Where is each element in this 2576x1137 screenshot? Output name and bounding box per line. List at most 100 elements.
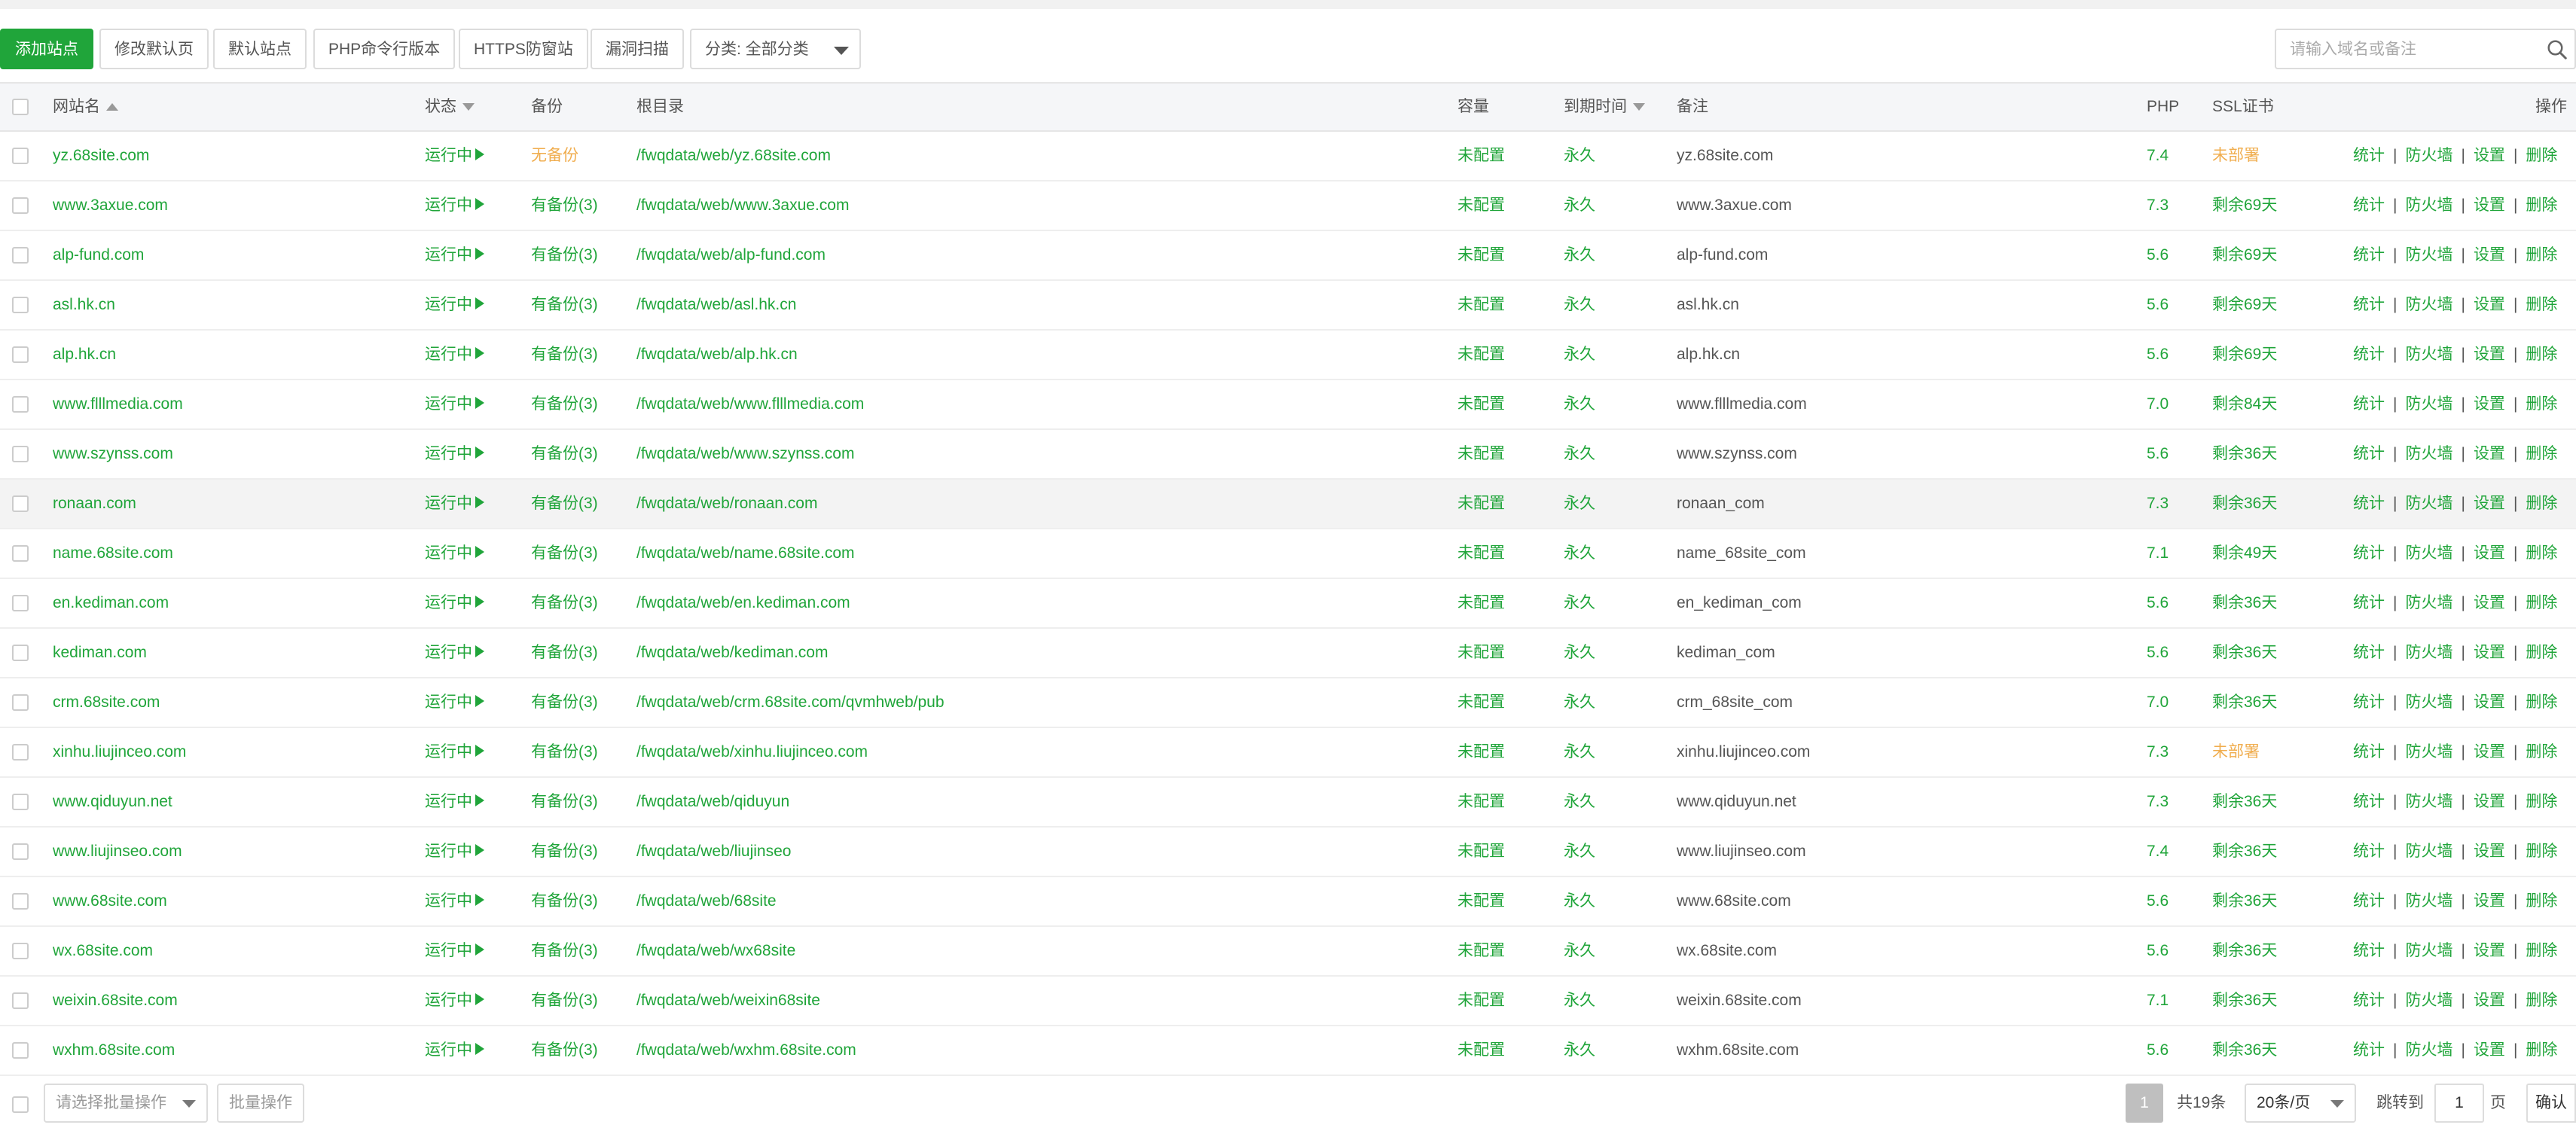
- category-select[interactable]: 分类: 全部分类: [690, 29, 861, 69]
- search-icon[interactable]: [2546, 38, 2568, 61]
- firewall-link[interactable]: 防火墙: [2405, 296, 2452, 313]
- delete-link[interactable]: 删除: [2526, 644, 2557, 661]
- root-dir-link[interactable]: /fwqdata/web/alp-fund.com: [636, 231, 826, 279]
- row-checkbox[interactable]: [12, 346, 29, 363]
- backup-link[interactable]: 有备份(3): [531, 977, 598, 1025]
- delete-link[interactable]: 删除: [2526, 693, 2557, 711]
- ssl-status-link[interactable]: 剩余36天: [2212, 579, 2277, 627]
- firewall-link[interactable]: 防火墙: [2405, 743, 2452, 761]
- stats-link[interactable]: 统计: [2353, 843, 2385, 860]
- remark-text[interactable]: asl.hk.cn: [1677, 281, 1739, 329]
- expire-link[interactable]: 永久: [1564, 1026, 1595, 1075]
- expire-link[interactable]: 永久: [1564, 281, 1595, 329]
- php-version-link[interactable]: 5.6: [2147, 231, 2169, 279]
- stats-link[interactable]: 统计: [2353, 495, 2385, 512]
- settings-link[interactable]: 设置: [2474, 1041, 2505, 1059]
- remark-text[interactable]: en_kediman_com: [1677, 579, 1802, 627]
- site-name-link[interactable]: asl.hk.cn: [53, 281, 115, 329]
- root-dir-link[interactable]: /fwqdata/web/wx68site: [636, 927, 795, 975]
- batch-action-button[interactable]: 批量操作: [217, 1084, 304, 1123]
- row-checkbox[interactable]: [12, 446, 29, 462]
- ssl-status-link[interactable]: 剩余36天: [2212, 629, 2277, 677]
- backup-link[interactable]: 有备份(3): [531, 678, 598, 727]
- row-checkbox[interactable]: [12, 297, 29, 313]
- backup-link[interactable]: 有备份(3): [531, 480, 598, 528]
- backup-link[interactable]: 有备份(3): [531, 778, 598, 826]
- site-name-link[interactable]: crm.68site.com: [53, 678, 160, 727]
- delete-link[interactable]: 删除: [2526, 843, 2557, 860]
- site-name-link[interactable]: weixin.68site.com: [53, 977, 178, 1025]
- stats-link[interactable]: 统计: [2353, 445, 2385, 462]
- footer-select-all-checkbox[interactable]: [12, 1096, 29, 1113]
- remark-text[interactable]: www.qiduyun.net: [1677, 778, 1796, 826]
- php-version-link[interactable]: 5.6: [2147, 629, 2169, 677]
- delete-link[interactable]: 删除: [2526, 246, 2557, 264]
- settings-link[interactable]: 设置: [2474, 843, 2505, 860]
- capacity-link[interactable]: 未配置: [1457, 728, 1505, 776]
- capacity-link[interactable]: 未配置: [1457, 927, 1505, 975]
- capacity-link[interactable]: 未配置: [1457, 778, 1505, 826]
- stats-link[interactable]: 统计: [2353, 594, 2385, 611]
- expire-link[interactable]: 永久: [1564, 629, 1595, 677]
- remark-text[interactable]: www.szynss.com: [1677, 430, 1797, 478]
- backup-link[interactable]: 有备份(3): [531, 629, 598, 677]
- root-dir-link[interactable]: /fwqdata/web/en.kediman.com: [636, 579, 850, 627]
- status-toggle[interactable]: 运行中: [425, 529, 484, 578]
- delete-link[interactable]: 删除: [2526, 395, 2557, 413]
- php-version-link[interactable]: 5.6: [2147, 1026, 2169, 1075]
- site-name-link[interactable]: www.qiduyun.net: [53, 778, 172, 826]
- header-status[interactable]: 状态: [425, 84, 475, 130]
- confirm-jump-button[interactable]: 确认: [2526, 1084, 2576, 1123]
- status-toggle[interactable]: 运行中: [425, 927, 484, 975]
- expire-link[interactable]: 永久: [1564, 132, 1595, 180]
- firewall-link[interactable]: 防火墙: [2405, 395, 2452, 413]
- capacity-link[interactable]: 未配置: [1457, 331, 1505, 379]
- ssl-status-link[interactable]: 剩余84天: [2212, 380, 2277, 428]
- firewall-link[interactable]: 防火墙: [2405, 644, 2452, 661]
- expire-link[interactable]: 永久: [1564, 380, 1595, 428]
- site-name-link[interactable]: xinhu.liujinceo.com: [53, 728, 186, 776]
- site-name-link[interactable]: www.szynss.com: [53, 430, 173, 478]
- capacity-link[interactable]: 未配置: [1457, 629, 1505, 677]
- site-name-link[interactable]: wxhm.68site.com: [53, 1026, 175, 1075]
- row-checkbox[interactable]: [12, 843, 29, 860]
- header-site-name[interactable]: 网站名: [53, 84, 118, 130]
- ssl-status-link[interactable]: 剩余69天: [2212, 331, 2277, 379]
- status-toggle[interactable]: 运行中: [425, 778, 484, 826]
- row-checkbox[interactable]: [12, 694, 29, 711]
- delete-link[interactable]: 删除: [2526, 296, 2557, 313]
- row-checkbox[interactable]: [12, 148, 29, 164]
- delete-link[interactable]: 删除: [2526, 197, 2557, 214]
- root-dir-link[interactable]: /fwqdata/web/68site: [636, 877, 777, 925]
- settings-link[interactable]: 设置: [2474, 296, 2505, 313]
- status-toggle[interactable]: 运行中: [425, 281, 484, 329]
- ssl-status-link[interactable]: 未部署: [2212, 728, 2260, 776]
- settings-link[interactable]: 设置: [2474, 445, 2505, 462]
- stats-link[interactable]: 统计: [2353, 197, 2385, 214]
- site-name-link[interactable]: www.68site.com: [53, 877, 167, 925]
- ssl-status-link[interactable]: 剩余36天: [2212, 977, 2277, 1025]
- ssl-status-link[interactable]: 剩余69天: [2212, 181, 2277, 230]
- backup-link[interactable]: 有备份(3): [531, 927, 598, 975]
- firewall-link[interactable]: 防火墙: [2405, 793, 2452, 810]
- row-checkbox[interactable]: [12, 595, 29, 611]
- remark-text[interactable]: crm_68site_com: [1677, 678, 1793, 727]
- site-name-link[interactable]: www.3axue.com: [53, 181, 168, 230]
- firewall-link[interactable]: 防火墙: [2405, 197, 2452, 214]
- firewall-link[interactable]: 防火墙: [2405, 544, 2452, 562]
- php-version-link[interactable]: 5.6: [2147, 579, 2169, 627]
- settings-link[interactable]: 设置: [2474, 644, 2505, 661]
- delete-link[interactable]: 删除: [2526, 594, 2557, 611]
- stats-link[interactable]: 统计: [2353, 296, 2385, 313]
- remark-text[interactable]: wxhm.68site.com: [1677, 1026, 1799, 1075]
- php-version-link[interactable]: 5.6: [2147, 430, 2169, 478]
- backup-link[interactable]: 有备份(3): [531, 529, 598, 578]
- php-version-link[interactable]: 7.0: [2147, 380, 2169, 428]
- row-checkbox[interactable]: [12, 992, 29, 1009]
- root-dir-link[interactable]: /fwqdata/web/liujinseo: [636, 828, 791, 876]
- root-dir-link[interactable]: /fwqdata/web/asl.hk.cn: [636, 281, 796, 329]
- status-toggle[interactable]: 运行中: [425, 678, 484, 727]
- remark-text[interactable]: alp-fund.com: [1677, 231, 1768, 279]
- capacity-link[interactable]: 未配置: [1457, 231, 1505, 279]
- ssl-status-link[interactable]: 剩余36天: [2212, 828, 2277, 876]
